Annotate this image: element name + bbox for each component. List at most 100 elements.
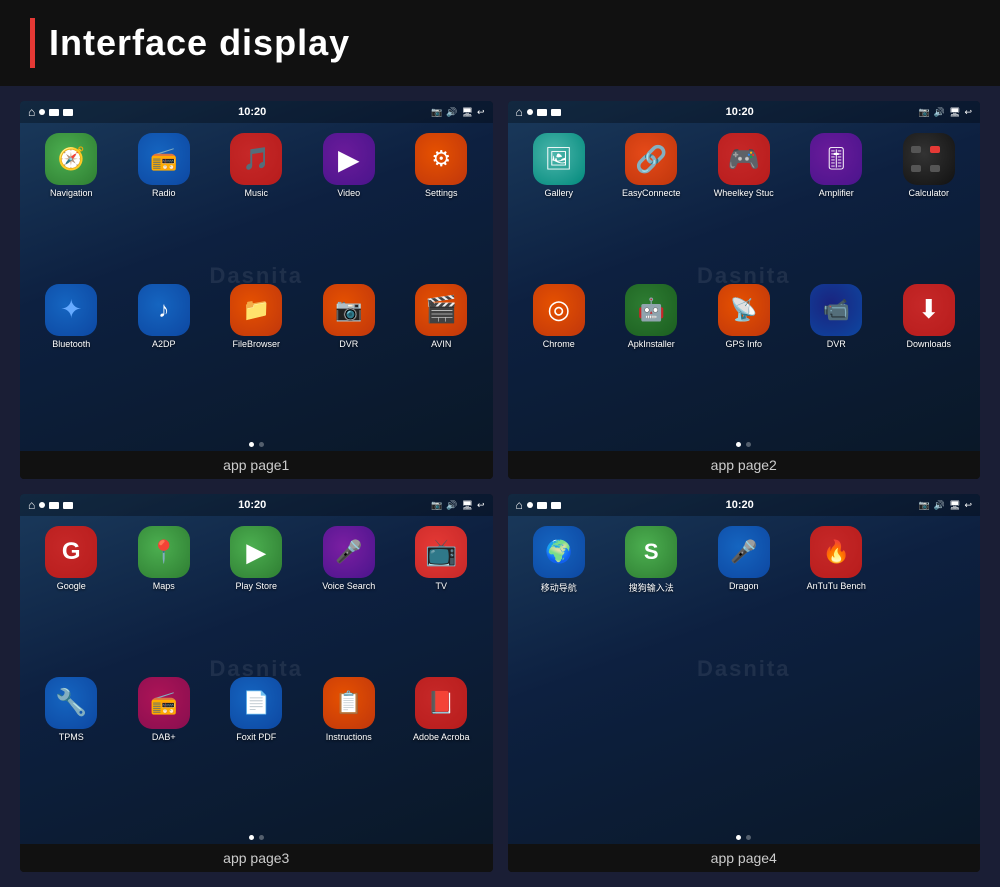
status-dot-4 <box>527 502 533 508</box>
back-icon-2[interactable]: ↩ <box>964 107 972 118</box>
app-radio[interactable]: 📻 Radio <box>121 133 208 278</box>
acroba-label: Adobe Acroba <box>413 732 470 742</box>
app-dvr2[interactable]: 📹 DVR <box>793 284 880 429</box>
app-voicesearch[interactable]: 🎤 Voice Search <box>306 526 393 671</box>
playstore-label: Play Store <box>235 581 277 591</box>
app-foxitpdf[interactable]: 📄 Foxit PDF <box>213 677 300 822</box>
back-icon-1[interactable]: ↩ <box>477 107 485 118</box>
app-panel-4: Dasnita ⌂ 10:20 📷 🔊 🖥 ↩ 🌍 <box>508 494 981 872</box>
app-video[interactable]: ▶ Video <box>306 133 393 278</box>
app-amplifier[interactable]: 🎚 Amplifier <box>793 133 880 278</box>
easyconnect-icon: 🔗 <box>625 133 677 185</box>
camera-icon-3: 📷 <box>431 500 442 511</box>
main-content: Dasnita ⌂ 10:20 📷 🔊 🖥 ↩ <box>0 86 1000 887</box>
calculator-icon <box>903 133 955 185</box>
app-dvr[interactable]: 📷 DVR <box>306 284 393 429</box>
gallery-label: Gallery <box>544 188 573 198</box>
dvr-icon: 📷 <box>323 284 375 336</box>
app-calculator[interactable]: Calculator <box>886 133 973 278</box>
app-chrome[interactable]: ◎ Chrome <box>516 284 603 429</box>
app-tpms[interactable]: 🔧 TPMS <box>28 677 115 822</box>
dvr2-label: DVR <box>827 339 846 349</box>
app-bluetooth[interactable]: ✦ Bluetooth <box>28 284 115 429</box>
app-google[interactable]: G Google <box>28 526 115 671</box>
app-music[interactable]: 🎵 Music <box>213 133 300 278</box>
dab-label: DAB+ <box>152 732 176 742</box>
app-easyconnect[interactable]: 🔗 EasyConnecte <box>608 133 695 278</box>
radio-icon: 📻 <box>138 133 190 185</box>
calculator-label: Calculator <box>908 188 949 198</box>
home-icon-1[interactable]: ⌂ <box>28 105 35 119</box>
app-wheelkey[interactable]: 🎮 Wheelkey Stuc <box>701 133 788 278</box>
chrome-icon: ◎ <box>533 284 585 336</box>
app-acroba[interactable]: 📕 Adobe Acroba <box>398 677 485 822</box>
music-icon: 🎵 <box>230 133 282 185</box>
instructions-label: Instructions <box>326 732 372 742</box>
status-dot-3 <box>39 502 45 508</box>
playstore-icon: ▶ <box>230 526 282 578</box>
navi2-label: 移动导航 <box>541 581 577 594</box>
app-a2dp[interactable]: ♪ A2DP <box>121 284 208 429</box>
filebrowser-icon: 📁 <box>230 284 282 336</box>
radio-label: Radio <box>152 188 176 198</box>
app-filebrowser[interactable]: 📁 FileBrowser <box>213 284 300 429</box>
app-navi2[interactable]: 🌍 移动导航 <box>516 526 603 821</box>
app-downloads[interactable]: ⬇ Downloads <box>886 284 973 429</box>
google-label: Google <box>57 581 86 591</box>
settings-icon: ⚙ <box>415 133 467 185</box>
easyconnect-label: EasyConnecte <box>622 188 681 198</box>
volume-icon-4[interactable]: 🔊 <box>934 500 945 511</box>
amplifier-label: Amplifier <box>819 188 854 198</box>
app-tv[interactable]: 📺 TV <box>398 526 485 671</box>
status-left-4: ⌂ <box>516 498 561 512</box>
dot-1-1 <box>249 442 254 447</box>
app-dragon[interactable]: 🎤 Dragon <box>701 526 788 821</box>
screen-4: Dasnita ⌂ 10:20 📷 🔊 🖥 ↩ 🌍 <box>508 494 981 844</box>
foxitpdf-icon: 📄 <box>230 677 282 729</box>
status-right-1: 📷 🔊 🖥 ↩ <box>431 107 484 118</box>
app-gpsinfo[interactable]: 📡 GPS Info <box>701 284 788 429</box>
app-sougou[interactable]: S 搜狗输入法 <box>608 526 695 821</box>
app-navigation[interactable]: 🧭 Navigation <box>28 133 115 278</box>
dragon-label: Dragon <box>729 581 759 591</box>
acroba-icon: 📕 <box>415 677 467 729</box>
back-icon-3[interactable]: ↩ <box>477 500 485 511</box>
back-icon-4[interactable]: ↩ <box>964 500 972 511</box>
app-gallery[interactable]: 🖼 Gallery <box>516 133 603 278</box>
dot-4-2 <box>746 835 751 840</box>
dots-3 <box>20 831 493 844</box>
home-icon-3[interactable]: ⌂ <box>28 498 35 512</box>
app-apkinstaller[interactable]: 🤖 ApkInstaller <box>608 284 695 429</box>
screen-icon-1: 🖥 <box>462 107 473 118</box>
app-panel-3: Dasnita ⌂ 10:20 📷 🔊 🖥 ↩ G <box>20 494 493 872</box>
app-panel-2: Dasnita ⌂ 10:20 📷 🔊 🖥 ↩ 🖼 <box>508 101 981 479</box>
wheelkey-icon: 🎮 <box>718 133 770 185</box>
downloads-icon: ⬇ <box>903 284 955 336</box>
navi2-icon: 🌍 <box>533 526 585 578</box>
app-maps[interactable]: 📍 Maps <box>121 526 208 671</box>
app-settings[interactable]: ⚙ Settings <box>398 133 485 278</box>
app-antutu[interactable]: 🔥 AnTuTu Bench <box>793 526 880 821</box>
app-avin[interactable]: 🎬 AVIN <box>398 284 485 429</box>
navigation-icon: 🧭 <box>45 133 97 185</box>
dot-4-1 <box>736 835 741 840</box>
status-rect-1 <box>49 109 59 116</box>
header-accent-bar <box>30 18 35 68</box>
a2dp-label: A2DP <box>152 339 176 349</box>
volume-icon-3[interactable]: 🔊 <box>446 500 457 511</box>
volume-icon-1[interactable]: 🔊 <box>446 107 457 118</box>
app-grid-1: 🧭 Navigation 📻 Radio 🎵 Music ▶ Video ⚙ <box>20 123 493 438</box>
status-right-2: 📷 🔊 🖥 ↩ <box>919 107 972 118</box>
app-dab[interactable]: 📻 DAB+ <box>121 677 208 822</box>
volume-icon-2[interactable]: 🔊 <box>934 107 945 118</box>
dot-1-2 <box>259 442 264 447</box>
status-dot-2 <box>527 109 533 115</box>
bluetooth-label: Bluetooth <box>52 339 90 349</box>
app-playstore[interactable]: ▶ Play Store <box>213 526 300 671</box>
dot-2-2 <box>746 442 751 447</box>
app-grid-4: 🌍 移动导航 S 搜狗输入法 🎤 Dragon 🔥 AnTuTu Bench <box>508 516 981 831</box>
home-icon-2[interactable]: ⌂ <box>516 105 523 119</box>
home-icon-4[interactable]: ⌂ <box>516 498 523 512</box>
avin-label: AVIN <box>431 339 451 349</box>
app-instructions[interactable]: 📋 Instructions <box>306 677 393 822</box>
